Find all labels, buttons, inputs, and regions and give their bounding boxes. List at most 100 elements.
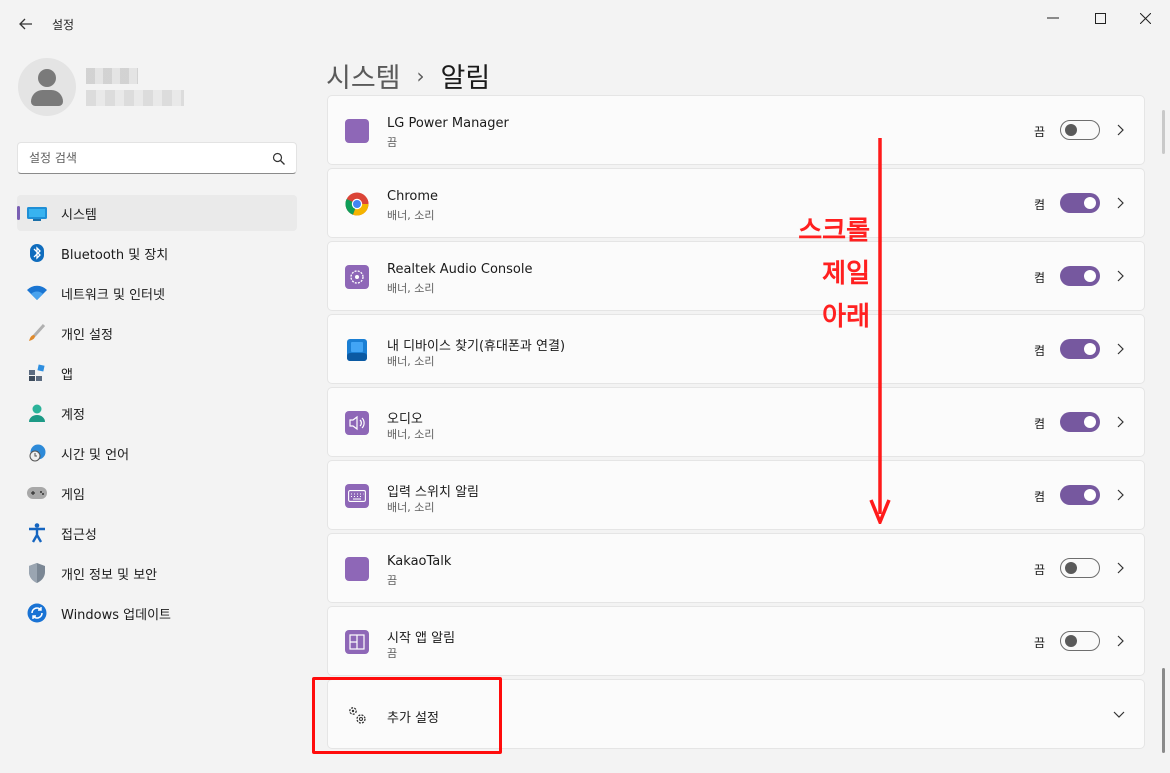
app-row-audio[interactable]: 오디오 배너, 소리 켬	[327, 387, 1145, 457]
sidebar-item-accessibility[interactable]: 접근성	[17, 515, 297, 551]
notification-toggle[interactable]	[1060, 631, 1100, 651]
app-row-chrome[interactable]: Chrome 배너, 소리 켬	[327, 168, 1145, 238]
arrow-left-icon	[19, 15, 33, 34]
sidebar-item-label: Windows 업데이트	[61, 607, 172, 623]
sidebar-item-label: 네트워크 및 인터넷	[61, 287, 165, 303]
back-button[interactable]	[12, 10, 40, 38]
blurred-user-name	[86, 68, 138, 84]
avatar-body	[31, 90, 63, 106]
app-name: LG Power Manager	[387, 116, 509, 131]
scrollbar-track	[1162, 110, 1165, 154]
app-row-lg-power-manager[interactable]: LG Power Manager 끔 끔	[327, 95, 1145, 165]
sidebar-item-accounts[interactable]: 계정	[17, 395, 297, 431]
sidebar-item-system[interactable]: 시스템	[17, 195, 297, 231]
toggle-knob	[1065, 562, 1077, 574]
toggle-state-label: 켬	[1034, 344, 1046, 358]
notification-app-list: LG Power Manager 끔 끔 Chrome 배너, 소리 켬 Rea…	[327, 0, 1145, 773]
sidebar-item-label: 게임	[61, 487, 85, 503]
chevron-right-icon[interactable]	[1113, 340, 1127, 358]
lg-power-manager-icon	[345, 119, 369, 143]
toggle-state-label: 켬	[1034, 417, 1046, 431]
sidebar-item-bluetooth[interactable]: Bluetooth 및 장치	[17, 235, 297, 271]
bluetooth-icon	[27, 244, 47, 262]
sidebar-item-network[interactable]: 네트워크 및 인터넷	[17, 275, 297, 311]
app-notification-summary: 배너, 소리	[387, 501, 435, 514]
shield-icon	[27, 563, 47, 583]
sidebar-item-privacy[interactable]: 개인 정보 및 보안	[17, 555, 297, 591]
annotation-highlight-box	[312, 677, 502, 754]
globe-clock-icon	[27, 444, 47, 462]
avatar-head	[38, 69, 56, 87]
app-row-kakaotalk[interactable]: KakaoTalk 끔 끔	[327, 533, 1145, 603]
windows-update-icon	[27, 603, 47, 623]
notification-toggle[interactable]	[1060, 120, 1100, 140]
account-icon	[27, 404, 47, 422]
chevron-right-icon[interactable]	[1113, 413, 1127, 431]
sidebar-item-label: Bluetooth 및 장치	[61, 247, 169, 263]
sidebar-item-windows-update[interactable]: Windows 업데이트	[17, 595, 297, 631]
sidebar-item-label: 개인 설정	[61, 327, 113, 343]
scrollbar-thumb[interactable]	[1162, 668, 1165, 753]
system-display-icon	[27, 204, 47, 222]
sidebar-item-label: 계정	[61, 407, 85, 423]
toggle-state-label: 켬	[1034, 198, 1046, 212]
annotation-text: 스크롤 제일 아래	[776, 210, 870, 339]
chevron-right-icon[interactable]	[1113, 121, 1127, 139]
apps-icon	[27, 364, 47, 382]
app-name: 입력 스위치 알림	[387, 485, 479, 500]
toggle-state-label: 끔	[1034, 563, 1046, 577]
blurred-user-email	[86, 90, 184, 106]
sidebar-item-time-language[interactable]: 시간 및 언어	[17, 435, 297, 471]
accessibility-icon	[27, 523, 47, 543]
search-input[interactable]	[18, 143, 268, 173]
toggle-knob	[1065, 124, 1077, 136]
sidebar-item-label: 시스템	[61, 207, 97, 223]
app-row-find-my-device[interactable]: 내 디바이스 찾기(휴대폰과 연결) 배너, 소리 켬	[327, 314, 1145, 384]
chevron-right-icon[interactable]	[1113, 486, 1127, 504]
chevron-right-icon[interactable]	[1113, 559, 1127, 577]
app-name: Realtek Audio Console	[387, 262, 533, 277]
keyboard-icon	[345, 484, 369, 508]
app-name: 오디오	[387, 412, 423, 427]
app-notification-summary: 끔	[387, 574, 398, 587]
app-name: Chrome	[387, 189, 438, 204]
toggle-knob	[1084, 489, 1096, 501]
chevron-down-icon[interactable]	[1112, 705, 1126, 723]
toggle-knob	[1084, 416, 1096, 428]
sidebar-item-gaming[interactable]: 게임	[17, 475, 297, 511]
search-icon[interactable]	[272, 151, 286, 165]
sidebar-item-personalization[interactable]: 개인 설정	[17, 315, 297, 351]
app-notification-summary: 끔	[387, 136, 398, 149]
app-row-startup-apps[interactable]: 시작 앱 알림 끔 끔	[327, 606, 1145, 676]
toggle-state-label: 끔	[1034, 125, 1046, 139]
toggle-state-label: 켬	[1034, 271, 1046, 285]
toggle-knob	[1084, 270, 1096, 282]
toggle-knob	[1084, 197, 1096, 209]
notification-toggle[interactable]	[1060, 412, 1100, 432]
notification-toggle[interactable]	[1060, 266, 1100, 286]
wifi-icon	[27, 284, 47, 302]
realtek-audio-icon	[345, 265, 369, 289]
app-name: KakaoTalk	[387, 554, 452, 569]
sidebar-item-label: 앱	[61, 367, 73, 383]
chevron-right-icon[interactable]	[1113, 267, 1127, 285]
notification-toggle[interactable]	[1060, 339, 1100, 359]
app-row-input-switch[interactable]: 입력 스위치 알림 배너, 소리 켬	[327, 460, 1145, 530]
chevron-right-icon[interactable]	[1113, 194, 1127, 212]
app-name: 내 디바이스 찾기(휴대폰과 연결)	[387, 339, 566, 354]
chevron-right-icon[interactable]	[1113, 632, 1127, 650]
app-row-realtek-audio-console[interactable]: Realtek Audio Console 배너, 소리 켬	[327, 241, 1145, 311]
app-notification-summary: 끔	[387, 647, 398, 660]
paintbrush-icon	[27, 324, 47, 342]
notification-toggle[interactable]	[1060, 485, 1100, 505]
startup-apps-icon	[345, 630, 369, 654]
notification-toggle[interactable]	[1060, 193, 1100, 213]
notification-toggle[interactable]	[1060, 558, 1100, 578]
sidebar-item-apps[interactable]: 앱	[17, 355, 297, 391]
kakaotalk-icon	[345, 557, 369, 581]
annotation-line: 스크롤	[798, 216, 870, 246]
app-notification-summary: 배너, 소리	[387, 282, 435, 295]
avatar[interactable]	[18, 58, 76, 116]
search-box	[17, 142, 297, 174]
app-title: 설정	[52, 18, 75, 32]
